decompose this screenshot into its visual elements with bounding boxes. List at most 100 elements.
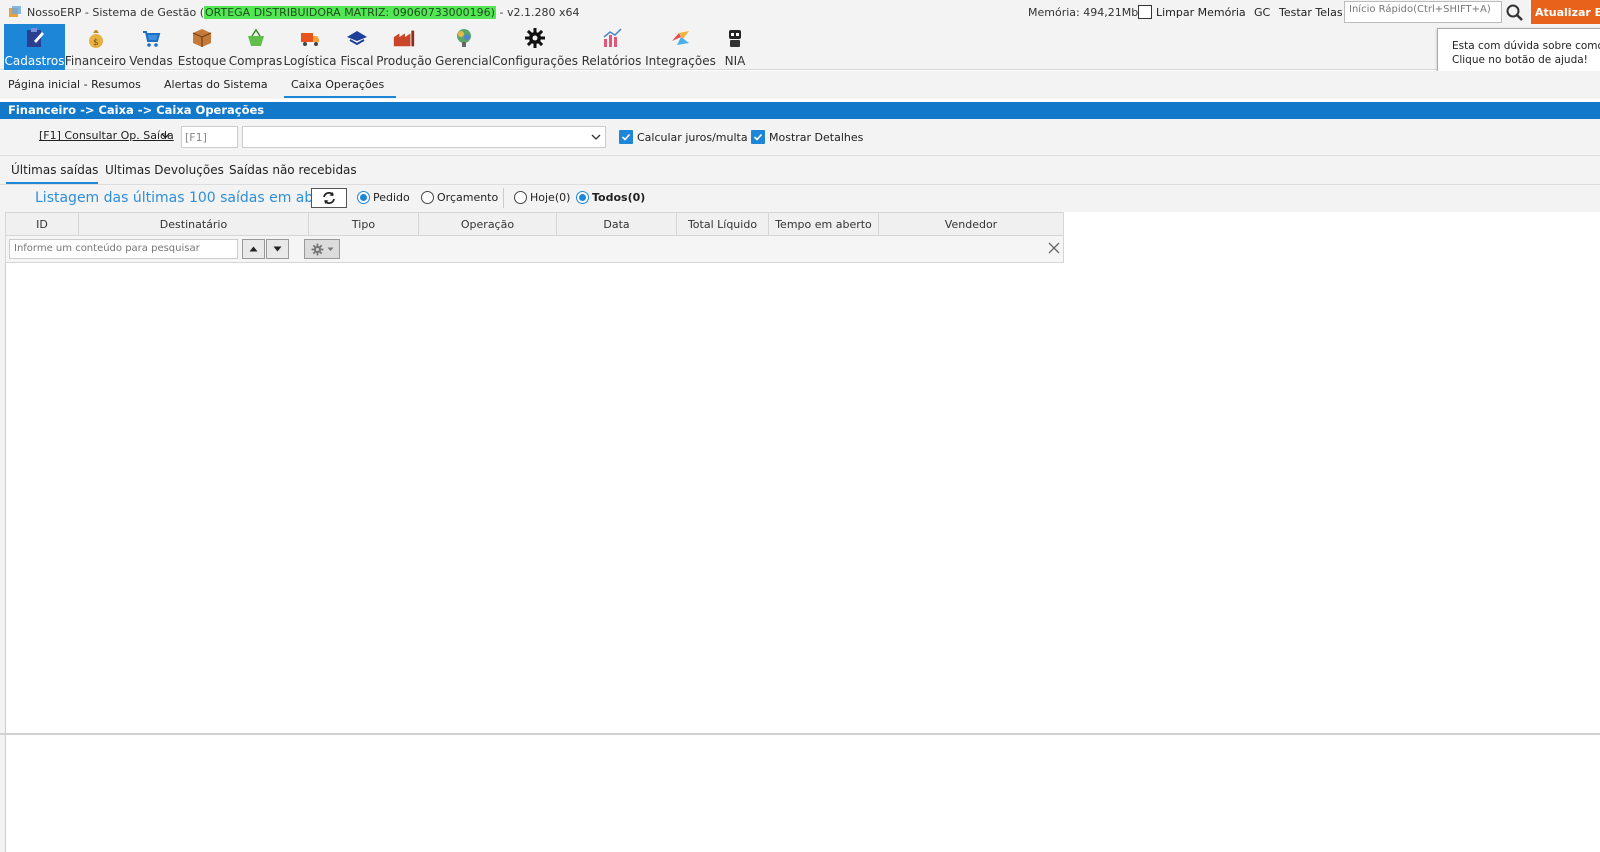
ribbon-label: Relatórios	[581, 54, 642, 68]
radio-hoje[interactable]: Hoje(0)	[514, 191, 570, 204]
clear-memory-checkbox[interactable]: Limpar Memória	[1138, 5, 1246, 19]
refresh-icon	[323, 192, 335, 204]
triangle-up-icon	[249, 246, 258, 252]
chevron-down-icon[interactable]	[591, 133, 601, 141]
close-icon[interactable]	[1047, 241, 1061, 255]
radio-selected-icon[interactable]	[357, 191, 370, 204]
clipboard-edit-icon	[23, 26, 47, 50]
title-bar: NossoERP - Sistema de Gestão (ORTEGA DIS…	[0, 0, 1600, 26]
column-header-operacao[interactable]: Operação	[419, 213, 557, 235]
ribbon-integracoes[interactable]: Integrações	[645, 24, 716, 70]
robot-icon	[723, 26, 747, 50]
divider	[503, 188, 504, 208]
details-panel	[5, 735, 1600, 852]
search-next-button[interactable]	[266, 239, 289, 259]
ribbon-estoque[interactable]: Estoque	[177, 24, 227, 70]
consult-op-saida-dropdown[interactable]: [F1] Consultar Op. Saída	[39, 129, 174, 142]
radio-hoje-label: Hoje(0)	[530, 191, 571, 204]
update-erp-button[interactable]: Atualizar ERP	[1531, 0, 1600, 26]
app-version: - v2.1.280 x64	[495, 6, 580, 19]
help-tooltip-line1: Esta com dúvida sobre como f	[1452, 40, 1600, 52]
test-screens-button[interactable]: Testar Telas	[1279, 6, 1343, 19]
grid-search-input[interactable]: Informe um conteúdo para pesquisar	[9, 239, 238, 259]
refresh-button[interactable]	[311, 188, 347, 208]
quick-search-input[interactable]: Início Rápido(Ctrl+SHIFT+A)	[1344, 1, 1502, 23]
ribbon-label: Integrações	[645, 54, 716, 68]
radio-todos[interactable]: Todos(0)	[576, 191, 645, 204]
tab-pagina-inicial[interactable]: Página inicial - Resumos	[8, 78, 141, 91]
ribbon-logistica[interactable]: Logística	[284, 24, 337, 70]
ribbon-financeiro[interactable]: $ Financeiro	[64, 24, 127, 70]
gear-icon	[523, 26, 547, 50]
ribbon-configuracoes[interactable]: Configurações	[492, 24, 578, 70]
page-tab-bar: Página inicial - Resumos Alertas do Sist…	[0, 71, 1600, 99]
chevron-down-icon[interactable]	[161, 131, 170, 140]
column-header-destinatario[interactable]: Destinatário	[79, 213, 309, 235]
radio-orcamento[interactable]: Orçamento	[421, 191, 498, 204]
svg-text:$: $	[93, 38, 99, 48]
column-header-id[interactable]: ID	[6, 213, 79, 235]
app-name: NossoERP - Sistema de Gestão (	[27, 6, 204, 19]
ribbon-relatorios[interactable]: Relatórios	[582, 24, 641, 70]
checkmark-icon[interactable]	[751, 130, 765, 144]
show-details-label: Mostrar Detalhes	[769, 130, 864, 144]
truck-icon	[298, 26, 322, 50]
ribbon-label: Compras	[228, 54, 283, 68]
calc-juros-label: Calcular juros/multa	[637, 130, 748, 144]
filter-toolbar: [F1] Consultar Op. Saída [F1] Calcular j…	[0, 119, 1600, 156]
ribbon-compras[interactable]: Compras	[229, 24, 282, 70]
column-header-data[interactable]: Data	[557, 213, 677, 235]
grid-header: ID Destinatário Tipo Operação Data Total…	[5, 212, 1064, 236]
factory-icon	[392, 26, 416, 50]
tab-ultimas-devolucoes[interactable]: Ultimas Devoluções	[105, 163, 224, 177]
ribbon-cadastros[interactable]: Cadastros	[4, 24, 65, 70]
chart-icon	[600, 26, 624, 50]
active-tab-indicator	[284, 96, 396, 98]
calc-juros-checkbox[interactable]: Calcular juros/multa	[619, 130, 748, 144]
basket-icon	[244, 26, 268, 50]
code-input[interactable]: [F1]	[181, 126, 238, 148]
ribbon-gerencial[interactable]: Gerencial	[435, 24, 492, 70]
tab-saidas-nao-recebidas[interactable]: Saídas não recebidas	[229, 163, 357, 177]
ribbon-label: Financeiro	[64, 54, 127, 68]
grid-body	[5, 263, 1600, 733]
radio-selected-icon[interactable]	[576, 191, 589, 204]
grid-options-button[interactable]	[304, 239, 340, 259]
help-tooltip-line2: Clique no botão de ajuda!	[1452, 54, 1588, 66]
column-header-total-liquido[interactable]: Total Líquido	[677, 213, 769, 235]
ribbon-label: Produção	[376, 54, 432, 68]
radio-empty-icon[interactable]	[421, 191, 434, 204]
checkbox-icon[interactable]	[1138, 5, 1152, 19]
tab-alertas-sistema[interactable]: Alertas do Sistema	[164, 78, 268, 91]
ribbon-vendas[interactable]: Vendas	[128, 24, 174, 70]
ribbon-producao[interactable]: Produção	[376, 24, 432, 70]
main-ribbon: Cadastros $ Financeiro Vendas Estoque Co…	[0, 24, 1600, 70]
tab-caixa-operacoes[interactable]: Caixa Operações	[291, 78, 384, 91]
search-icon[interactable]	[1505, 3, 1525, 23]
app-logo-icon	[9, 6, 21, 17]
operation-search-combo[interactable]	[242, 126, 606, 148]
tab-ultimas-saidas[interactable]: Últimas saídas	[11, 163, 98, 177]
radio-todos-label: Todos(0)	[592, 191, 646, 204]
money-bag-icon: $	[84, 26, 108, 50]
breadcrumb: Financeiro -> Caixa -> Caixa Operações	[0, 102, 1600, 119]
listing-title: Listagem das últimas 100 saídas em abert…	[35, 190, 342, 206]
show-details-checkbox[interactable]: Mostrar Detalhes	[751, 130, 863, 144]
column-header-tipo[interactable]: Tipo	[309, 213, 419, 235]
radio-pedido[interactable]: Pedido	[357, 191, 410, 204]
memory-usage: Memória: 494,21Mb	[1028, 6, 1139, 19]
column-header-tempo-aberto[interactable]: Tempo em aberto	[769, 213, 879, 235]
ribbon-nia[interactable]: NIA	[720, 24, 750, 70]
ribbon-label: Vendas	[129, 54, 173, 68]
radio-empty-icon[interactable]	[514, 191, 527, 204]
gc-button[interactable]: GC	[1254, 6, 1270, 19]
ribbon-fiscal[interactable]: Fiscal	[340, 24, 374, 70]
search-prev-button[interactable]	[242, 239, 265, 259]
cart-icon	[139, 26, 163, 50]
ribbon-label: NIA	[724, 54, 746, 68]
triangle-down-icon	[273, 246, 282, 252]
fiscal-icon	[345, 26, 369, 50]
company-name: ORTEGA DISTRIBUIDORA MATRIZ: 09060733000…	[203, 6, 496, 19]
checkmark-icon[interactable]	[619, 130, 633, 144]
column-header-vendedor[interactable]: Vendedor	[879, 213, 1063, 235]
